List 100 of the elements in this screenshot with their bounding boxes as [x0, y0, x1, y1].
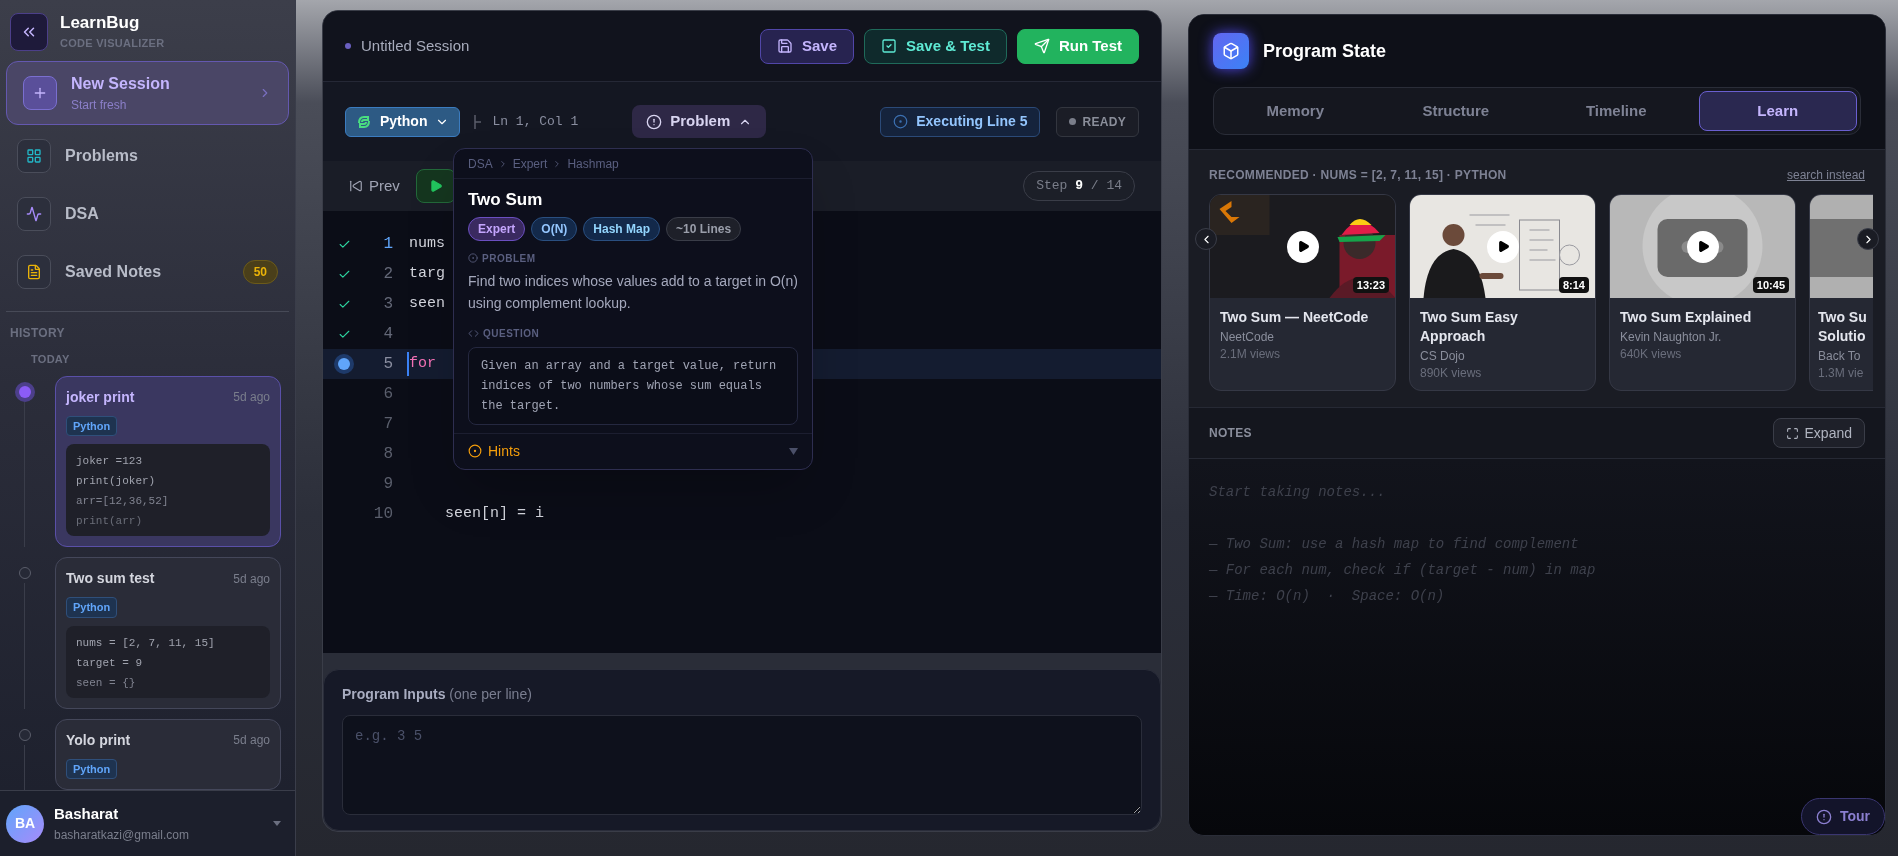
problem-button[interactable]: Problem: [632, 105, 767, 138]
video-channel: Back To: [1818, 348, 1861, 365]
caret-icon[interactable]: [273, 821, 281, 826]
video-title: Two Sum Explained: [1620, 308, 1752, 327]
send-icon: [1033, 38, 1050, 54]
collapse-button[interactable]: [10, 12, 48, 51]
plus-icon-box: [23, 76, 57, 110]
nav-item[interactable]: DSA: [17, 197, 278, 231]
inputs-label: Program Inputs (one per line): [342, 685, 533, 704]
step-counter: Step 9 / 14: [1023, 171, 1135, 201]
nav-item[interactable]: Saved Notes 50: [17, 255, 278, 289]
new-session-title: New Session: [71, 74, 170, 94]
expand-button[interactable]: Expand: [1772, 418, 1865, 448]
video-views: 1.3M vie: [1818, 365, 1864, 382]
question-text: Given an array and a target value, return indices of two numbers whose sum equals the target.: [468, 346, 798, 425]
panel-tab[interactable]: Memory: [1217, 91, 1374, 131]
panel-tab[interactable]: Structure: [1377, 91, 1534, 131]
carousel-next-button[interactable]: [1857, 228, 1879, 250]
brand-name: LearnBug: [60, 12, 141, 34]
history-title: Yolo print: [66, 730, 131, 750]
video-card[interactable]: Two Su Solutio Back To 1.3M vie: [1809, 194, 1873, 391]
skip-back-icon: [349, 179, 363, 193]
nav-label: Problems: [65, 146, 139, 166]
video-channel: Kevin Naughton Jr.: [1620, 329, 1722, 346]
action-button[interactable]: Save: [759, 28, 854, 64]
cursor-position: Ln 1, Col 1: [492, 112, 579, 131]
problem-tag: O(N): [531, 216, 578, 241]
video-card[interactable]: 13:23 Two Sum — NeetCode NeetCode 2.1M views: [1209, 194, 1396, 391]
line-number: 9: [382, 474, 393, 495]
history-title: joker print: [66, 387, 135, 407]
play-icon: [428, 179, 443, 193]
line-number: 6: [382, 384, 393, 405]
problem-tag: Hash Map: [583, 216, 661, 241]
search-instead-link[interactable]: search instead: [1786, 166, 1865, 184]
nav-label: DSA: [65, 204, 100, 224]
code-line: target = 9: [76, 655, 143, 671]
alert-icon: [646, 113, 663, 130]
user-name: Basharat: [54, 804, 120, 825]
hints-toggle[interactable]: Hints: [454, 432, 812, 469]
prev-button[interactable]: Prev: [349, 174, 400, 198]
history-card[interactable]: joker print 5d ago Python joker =123 print(joker) arr=[12,36,52] print(arr): [55, 375, 281, 547]
problem-description: Find two indices whose values add to a target in O(n) using complement lookup.: [468, 271, 798, 313]
line-number: 10: [372, 504, 393, 525]
status-badge: READY: [1056, 106, 1139, 137]
nav-item[interactable]: Problems: [17, 139, 278, 173]
code-line: targ: [409, 263, 445, 284]
notes-heading: NOTES: [1209, 425, 1252, 442]
video-views: 640K views: [1620, 346, 1682, 363]
code-line: print(joker): [76, 474, 157, 489]
language-tag: Python: [66, 758, 118, 779]
line-number: 2: [382, 264, 393, 285]
history-heading: HISTORY: [9, 325, 66, 342]
cube-icon: [1222, 42, 1240, 60]
line-number: 3: [382, 294, 393, 315]
history-time: 5d ago: [233, 389, 270, 406]
code-line: nums: [409, 233, 445, 254]
brand-tagline: CODE VISUALIZER: [60, 37, 165, 51]
history-title: Two sum test: [66, 569, 155, 588]
language-tag: Python: [66, 597, 118, 618]
tour-button[interactable]: Tour: [1800, 798, 1885, 835]
save-icon: [776, 38, 793, 54]
target-icon: [893, 114, 909, 129]
panel-tab[interactable]: Learn: [1698, 91, 1857, 131]
code-line: seen: [409, 293, 445, 314]
video-title: Two Su Solutio: [1818, 308, 1868, 346]
code-line: seen = {}: [76, 675, 137, 691]
video-channel: NeetCode: [1220, 329, 1275, 346]
video-card[interactable]: 8:14 Two Sum Easy Approach CS Dojo 890K views: [1409, 194, 1596, 391]
carousel-prev-button[interactable]: [1195, 228, 1217, 250]
inputs-field[interactable]: e.g. 3 5: [342, 715, 1142, 815]
problem-title: Two Sum: [468, 189, 544, 211]
language-tag: Python: [66, 415, 118, 436]
code-line: print(arr): [76, 514, 143, 529]
code-line: for: [409, 353, 436, 374]
code-line: nums = [2, 7, 11, 15]: [76, 635, 216, 651]
code-line: seen[n] = i: [444, 503, 545, 524]
user-email: basharatkazi@gmail.com: [54, 826, 190, 844]
play-icon: [1297, 240, 1310, 253]
history-card[interactable]: Two sum test 5d ago Python nums = [2, 7, 11, 15] target = 9 seen = {}: [55, 557, 281, 709]
line-number: 8: [382, 444, 393, 465]
video-title: Two Sum — NeetCode: [1220, 308, 1369, 327]
executing-badge: Executing Line 5: [880, 106, 1041, 137]
line-number: 5: [382, 354, 393, 375]
history-group: TODAY: [0, 351, 295, 368]
new-session-button[interactable]: New Session Start fresh: [6, 61, 289, 125]
history-card[interactable]: Yolo print 5d ago Python: [55, 718, 281, 790]
play-icon: [1497, 240, 1510, 253]
video-views: 2.1M views: [1220, 346, 1281, 363]
history-time: 5d ago: [233, 732, 270, 749]
cursor-divider-icon: [474, 114, 483, 129]
play-button[interactable]: [415, 169, 456, 203]
action-button[interactable]: Save & Test: [864, 28, 1007, 64]
circle-dot-icon: [468, 444, 482, 458]
video-card[interactable]: 10:45 Two Sum Explained Kevin Naughton Jr. 640K views: [1609, 194, 1796, 391]
language-dropdown[interactable]: Python: [345, 106, 461, 137]
session-title: Untitled Session: [361, 35, 471, 56]
problem-tag: Expert: [468, 216, 526, 241]
panel-tab[interactable]: Timeline: [1538, 91, 1695, 131]
panel-title: Program State: [1263, 39, 1387, 63]
video-channel: CS Dojo: [1420, 348, 1465, 365]
